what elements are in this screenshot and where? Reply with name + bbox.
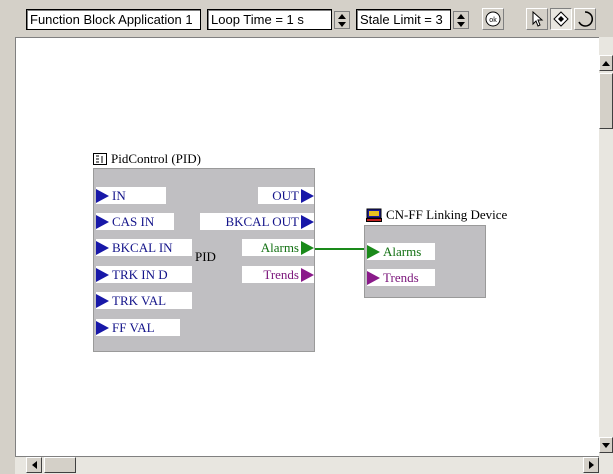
ok-button[interactable]: ok <box>482 8 504 30</box>
linking-device-title: CN-FF Linking Device <box>366 207 507 223</box>
pid-output-port-out[interactable]: OUT <box>258 187 314 204</box>
toolbar: Function Block Application 1 Loop Time =… <box>0 0 613 36</box>
stale-limit-spinner[interactable] <box>453 11 469 29</box>
scroll-down-icon <box>602 442 610 448</box>
pid-center-label: PID <box>195 249 216 264</box>
pid-input-port-in[interactable]: IN <box>96 187 166 204</box>
linking-device-name: CN-FF Linking Device <box>386 207 508 222</box>
scroll-right-button[interactable] <box>583 457 599 473</box>
scroll-right-icon <box>588 461 594 469</box>
pid-output-port-alarms[interactable]: Alarms <box>242 239 314 256</box>
output-arrow-icon <box>301 267 314 282</box>
loop-time-spinner[interactable] <box>334 11 350 29</box>
input-arrow-icon <box>96 188 109 203</box>
function-block-icon <box>93 153 107 165</box>
linking-device-block[interactable]: Alarms Trends <box>364 225 486 298</box>
spin-down-icon[interactable] <box>454 20 468 28</box>
output-arrow-icon <box>301 214 314 229</box>
scroll-up-button[interactable] <box>599 55 613 71</box>
svg-text:ok: ok <box>489 17 497 24</box>
pid-input-port-bkcal-in[interactable]: BKCAL IN <box>96 239 192 256</box>
loop-time-field[interactable]: Loop Time = 1 s <box>207 9 332 30</box>
connect-tool-icon <box>553 11 569 27</box>
pid-block-name: PidControl (PID) <box>111 151 201 166</box>
scroll-up-icon <box>602 60 610 66</box>
vertical-scroll-thumb[interactable] <box>599 73 613 129</box>
input-arrow-icon <box>96 267 109 282</box>
input-arrow-icon <box>367 244 380 259</box>
linking-device-icon <box>366 208 382 222</box>
select-pointer-button[interactable] <box>526 8 548 30</box>
ok-icon: ok <box>485 11 501 27</box>
spin-up-icon[interactable] <box>454 12 468 20</box>
pointer-icon <box>532 11 544 27</box>
linking-device-input-port-trends[interactable]: Trends <box>367 269 435 286</box>
input-arrow-icon <box>367 270 380 285</box>
pid-block-title: PidControl (PID) <box>93 151 201 167</box>
loop-tool-button[interactable] <box>574 8 596 30</box>
pid-block[interactable]: PID IN CAS IN BKCAL IN TRK IN D TRK VAL … <box>93 168 315 352</box>
scroll-left-icon <box>31 461 37 469</box>
input-arrow-icon <box>96 293 109 308</box>
scroll-down-button[interactable] <box>599 437 613 453</box>
connect-tool-button[interactable] <box>550 8 572 30</box>
output-arrow-icon <box>301 240 314 255</box>
pid-output-port-trends[interactable]: Trends <box>242 266 314 283</box>
stale-limit-field[interactable]: Stale Limit = 3 <box>356 9 451 30</box>
horizontal-scroll-thumb[interactable] <box>44 457 76 473</box>
scroll-left-button[interactable] <box>26 457 42 473</box>
vertical-scrollbar[interactable] <box>599 37 613 457</box>
pid-output-port-bkcal-out[interactable]: BKCAL OUT <box>200 213 314 230</box>
horizontal-scrollbar[interactable] <box>15 457 613 474</box>
pid-input-port-trk-in-d[interactable]: TRK IN D <box>96 266 192 283</box>
pid-input-port-cas-in[interactable]: CAS IN <box>96 213 174 230</box>
linking-device-input-port-alarms[interactable]: Alarms <box>367 243 435 260</box>
input-arrow-icon <box>96 320 109 335</box>
spin-down-icon[interactable] <box>335 20 349 28</box>
function-block-canvas[interactable]: PidControl (PID) PID IN CAS IN BKCAL IN … <box>15 37 599 457</box>
input-arrow-icon <box>96 240 109 255</box>
pid-input-port-trk-val[interactable]: TRK VAL <box>96 292 192 309</box>
input-arrow-icon <box>96 214 109 229</box>
output-arrow-icon <box>301 188 314 203</box>
application-select[interactable]: Function Block Application 1 <box>26 9 201 30</box>
pid-input-port-ff-val[interactable]: FF VAL <box>96 319 180 336</box>
loop-icon <box>578 11 594 27</box>
spin-up-icon[interactable] <box>335 12 349 20</box>
